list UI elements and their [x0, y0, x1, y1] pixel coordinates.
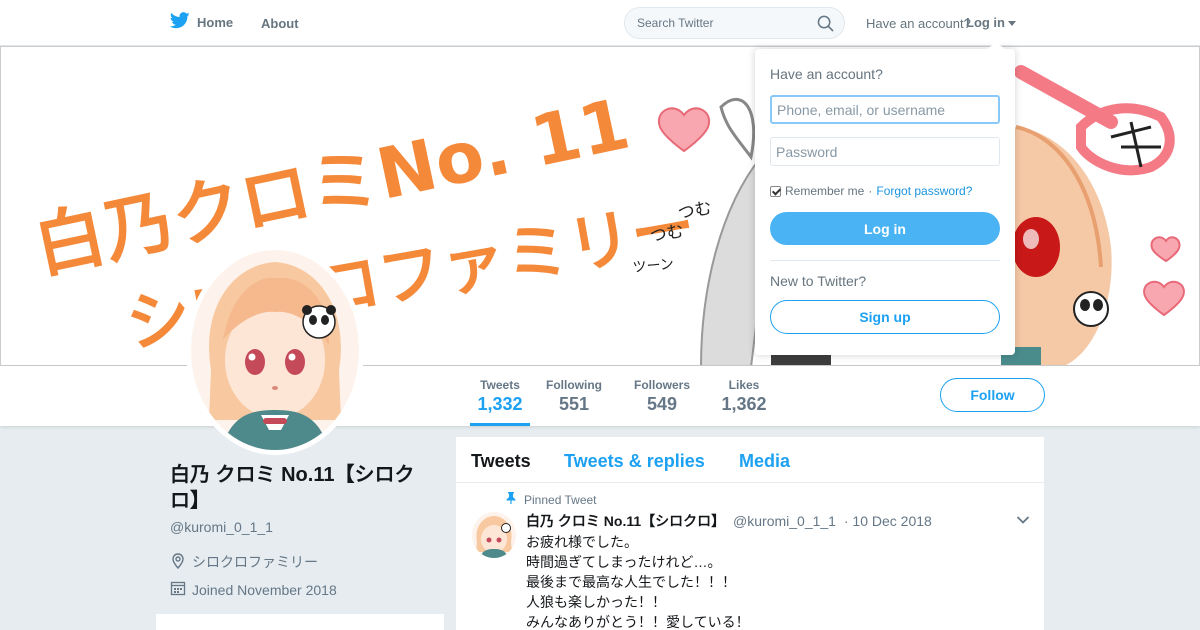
tweet-date[interactable]: · 10 Dec 2018 [844, 513, 932, 529]
tweet-line: 時間過ぎてしまったけれど…。 [526, 554, 722, 570]
tweet-line: 最後まで最高な人生でした！！！ [526, 574, 736, 590]
tweet-author-handle[interactable]: @kuromi_0_1_1 [733, 513, 836, 529]
tweet-header: 白乃 クロミ No.11【シロクロ】 @kuromi_0_1_1 · 10 De… [526, 511, 932, 531]
login-dropdown-toggle[interactable]: Log in [966, 15, 1016, 30]
stat-tweets[interactable]: Tweets 1,332 [470, 378, 530, 426]
forgot-password-link[interactable]: Forgot password? [876, 184, 972, 198]
search-input[interactable] [637, 16, 807, 30]
have-account-text: Have an account? [866, 16, 971, 31]
dropdown-divider [770, 260, 1000, 261]
profile-location: シロクロファミリー [170, 552, 318, 572]
remember-me-checkbox[interactable] [770, 185, 781, 197]
top-navigation-bar: Home About Have an account? Log in [0, 0, 1200, 46]
signup-button[interactable]: Sign up [770, 300, 1000, 334]
tweet-line: みんなありがとう！！愛している！ [526, 614, 750, 630]
dropdown-title: Have an account? [770, 66, 883, 82]
profile-avatar[interactable] [186, 245, 364, 455]
stat-label: Followers [633, 378, 690, 392]
profile-handle: @kuromi_0_1_1 [170, 519, 273, 535]
remember-me-row: Remember me · Forgot password? [770, 184, 972, 198]
timeline-tabs: Tweets Tweets & replies Media [456, 437, 1044, 483]
joined-text: Joined November 2018 [192, 581, 337, 598]
new-to-twitter-text: New to Twitter? [770, 273, 867, 289]
stat-value: 1,362 [721, 394, 767, 414]
tweet-avatar[interactable] [472, 512, 516, 558]
location-text: シロクロファミリー [192, 554, 318, 570]
stat-label: Following [546, 378, 602, 392]
stat-value: 1,332 [477, 394, 523, 414]
pinned-label: Pinned Tweet [506, 492, 597, 507]
login-link-label: Log in [966, 15, 1005, 30]
stat-likes[interactable]: Likes 1,362 [721, 378, 767, 415]
tab-tweets-replies[interactable]: Tweets & replies [564, 451, 705, 472]
stat-value: 551 [558, 394, 590, 414]
nav-home-label: Home [197, 14, 234, 30]
profile-joined: Joined November 2018 [170, 580, 337, 599]
follow-button[interactable]: Follow [940, 378, 1045, 412]
pinned-text: Pinned Tweet [524, 492, 597, 507]
twitter-bird-icon [169, 12, 190, 32]
stat-label: Tweets [480, 378, 520, 392]
location-pin-icon [170, 552, 186, 572]
username-field[interactable] [770, 95, 1000, 124]
stat-value: 549 [646, 394, 678, 414]
separator-dot: · [868, 184, 873, 198]
profile-banner[interactable]: 白乃クロミNo. 11 シロクロファミリー つむ つむ ツーン [0, 46, 1200, 366]
password-field[interactable] [770, 137, 1000, 166]
timeline: Tweets Tweets & replies Media Pinned Twe… [456, 437, 1044, 630]
nav-about-link[interactable]: About [261, 16, 299, 31]
tweet-line: 人狼も楽しかった！！ [526, 594, 666, 610]
tab-media[interactable]: Media [739, 451, 790, 472]
tweet-line: お疲れ様でした。 [526, 534, 638, 550]
pin-icon [506, 492, 516, 507]
dropdown-caret [988, 41, 1004, 49]
nav-home-link[interactable]: Home [169, 12, 234, 32]
stat-following[interactable]: Following 551 [545, 378, 603, 415]
login-dropdown: Have an account? Remember me · Forgot pa… [755, 41, 1015, 355]
search-box [624, 7, 845, 39]
chevron-down-icon[interactable] [1016, 512, 1030, 530]
tab-tweets[interactable]: Tweets [471, 451, 531, 472]
caret-down-icon [1008, 15, 1016, 30]
search-icon[interactable] [817, 15, 834, 37]
calendar-icon [170, 580, 186, 599]
login-button[interactable]: Log in [770, 212, 1000, 245]
left-sidebar-card [156, 614, 444, 630]
stat-label: Likes [728, 378, 760, 392]
profile-nav: Tweets 1,332 Following 551 Followers 549… [0, 366, 1200, 426]
remember-me-label[interactable]: Remember me [785, 184, 864, 198]
profile-display-name: 白乃 クロミ No.11【シロクロ】 [170, 464, 415, 512]
tweet-author-name[interactable]: 白乃 クロミ No.11【シロクロ】 [526, 513, 725, 529]
tweet-text: お疲れ様でした。 時間過ぎてしまったけれど…。 最後まで最高な人生でした！！！ … [526, 532, 750, 630]
stat-followers[interactable]: Followers 549 [633, 378, 691, 415]
